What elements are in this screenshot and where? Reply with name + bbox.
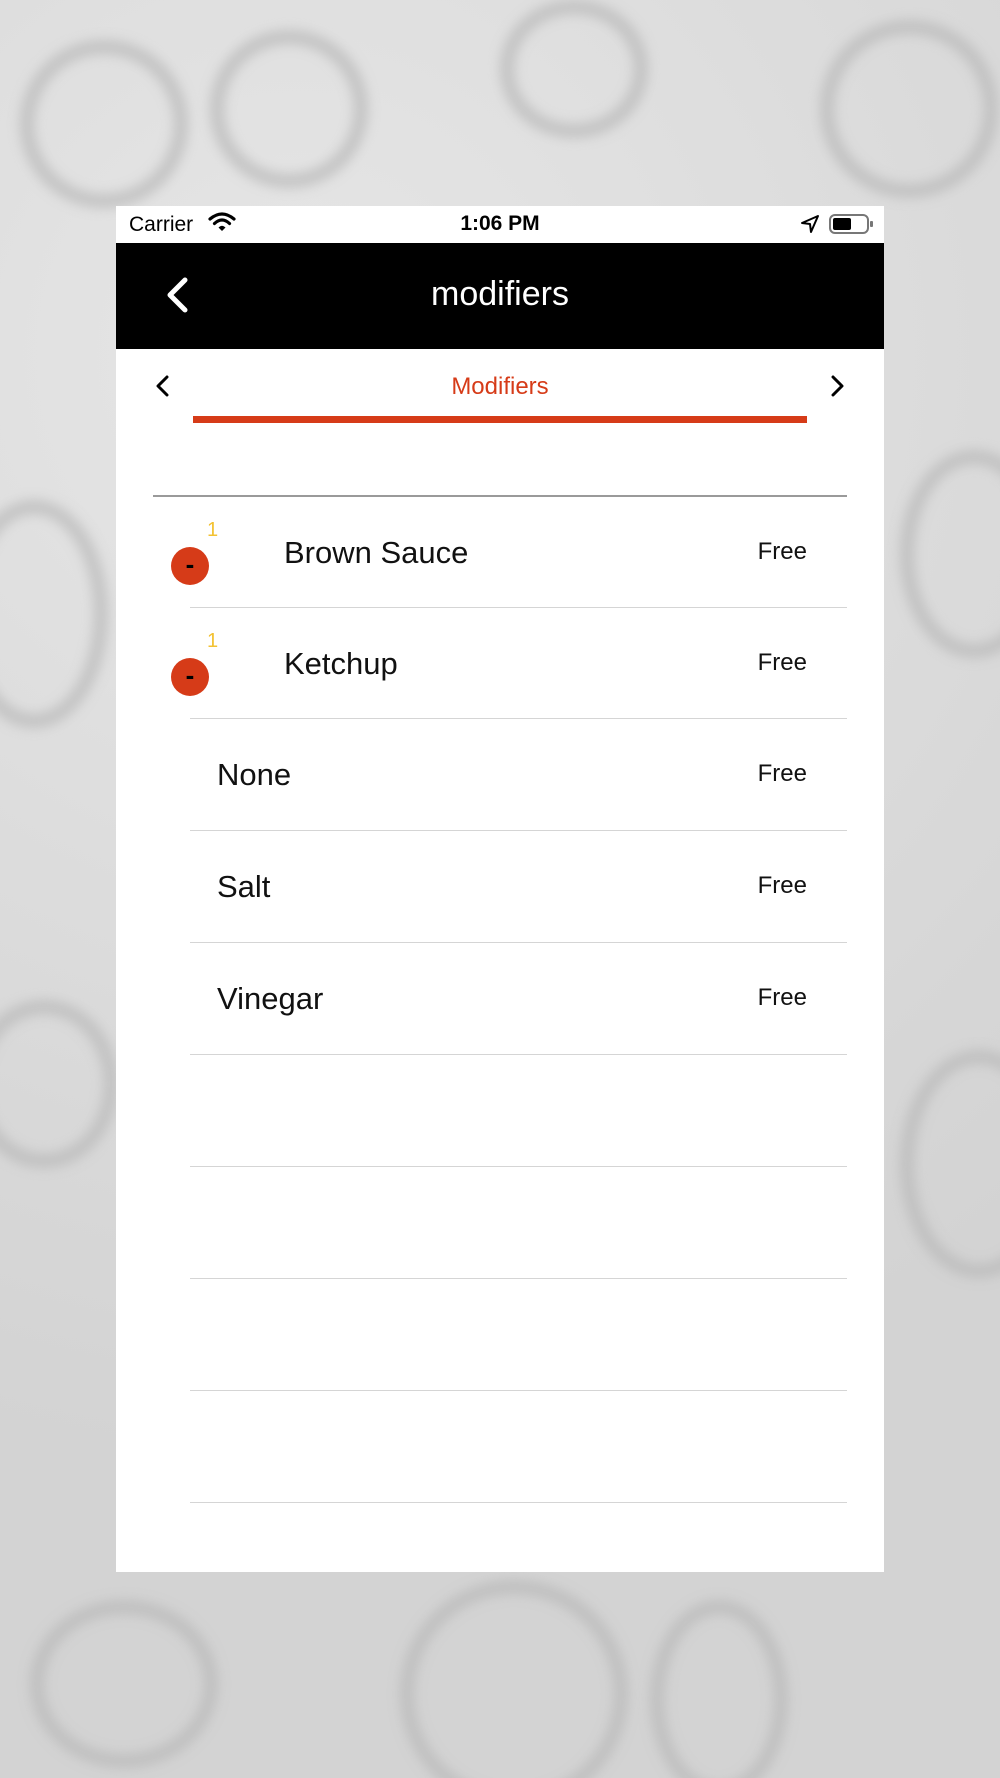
modifier-name: None xyxy=(217,757,292,792)
modifier-name: Vinegar xyxy=(217,981,324,1016)
modifier-name: Salt xyxy=(217,869,271,904)
modifier-price: Free xyxy=(757,760,807,787)
empty-row xyxy=(190,1279,847,1391)
app-screen: Carrier 1:06 PM modifiers Modifiers - 1 … xyxy=(116,206,884,1572)
empty-row xyxy=(190,1167,847,1279)
empty-row xyxy=(190,1391,847,1503)
modifier-price: Free xyxy=(757,538,807,565)
modifier-price: Free xyxy=(757,984,807,1011)
location-arrow-icon xyxy=(800,214,820,239)
modifier-row-vinegar[interactable]: Vinegar Free xyxy=(190,943,847,1055)
active-tab-indicator xyxy=(193,416,807,423)
modifier-row-brown-sauce[interactable]: - 1 Brown Sauce Free xyxy=(153,497,847,608)
empty-row xyxy=(190,1055,847,1167)
modifier-name: Brown Sauce xyxy=(284,535,469,570)
modifier-row-salt[interactable]: Salt Free xyxy=(190,831,847,943)
previous-tab-button[interactable] xyxy=(150,373,176,399)
chevron-left-icon xyxy=(156,375,169,397)
next-tab-button[interactable] xyxy=(824,373,850,399)
remove-button[interactable]: - xyxy=(171,658,209,696)
category-tabs: Modifiers xyxy=(116,349,884,429)
modifier-price: Free xyxy=(757,872,807,899)
modifier-price: Free xyxy=(757,649,807,676)
tab-modifiers[interactable]: Modifiers xyxy=(193,373,807,401)
remove-button[interactable]: - xyxy=(171,547,209,585)
chevron-right-icon xyxy=(831,375,844,397)
modifier-name: Ketchup xyxy=(284,646,398,681)
clock: 1:06 PM xyxy=(460,212,540,235)
modifier-row-ketchup[interactable]: - 1 Ketchup Free xyxy=(153,608,847,719)
battery-icon xyxy=(829,213,875,240)
modifier-row-none[interactable]: None Free xyxy=(190,719,847,831)
page-title: modifiers xyxy=(431,275,569,313)
quantity-badge: 1 xyxy=(207,630,219,652)
nav-bar: modifiers xyxy=(116,243,884,349)
status-bar: Carrier 1:06 PM xyxy=(116,206,884,243)
quantity-badge: 1 xyxy=(207,519,219,541)
modifier-list: - 1 Brown Sauce Free - 1 Ketchup Free No… xyxy=(116,497,884,1503)
